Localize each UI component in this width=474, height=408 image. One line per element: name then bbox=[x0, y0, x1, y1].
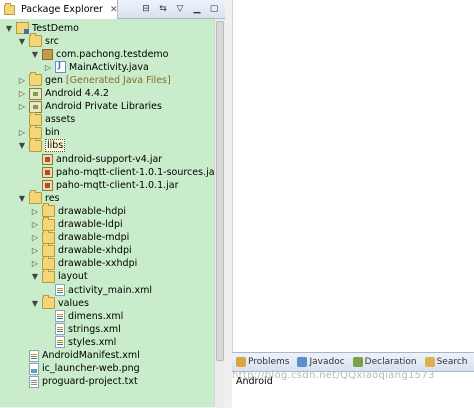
minimize-icon[interactable]: ▁ bbox=[190, 2, 204, 16]
expanded-arrow-icon[interactable]: ▼ bbox=[30, 298, 40, 308]
javadoc-icon bbox=[297, 357, 308, 367]
view-toolbar: ⊟ ⇆ ▽ ▁ ▢ bbox=[139, 2, 221, 16]
tab-search[interactable]: Search bbox=[421, 357, 472, 367]
expanded-arrow-icon[interactable]: ▼ bbox=[17, 36, 27, 46]
tab-javadoc[interactable]: Javadoc bbox=[293, 357, 348, 367]
editor-area[interactable] bbox=[232, 0, 474, 352]
project-tree[interactable]: ▼TestDemo▼src▼com.pachong.testdemo▷MainA… bbox=[0, 19, 214, 407]
package-explorer-header: Package Explorer ✕ ⊟ ⇆ ▽ ▁ ▢ bbox=[0, 0, 225, 19]
expanded-arrow-icon[interactable]: ▼ bbox=[4, 23, 14, 33]
tree-item-label: paho-mqtt-client-1.0.1.jar bbox=[56, 179, 179, 191]
tab-package-explorer[interactable]: Package Explorer ✕ bbox=[0, 0, 118, 19]
tab-problems[interactable]: Problems bbox=[232, 357, 293, 367]
tab-label: Declaration bbox=[364, 357, 417, 367]
problems-icon bbox=[236, 357, 246, 367]
search-icon bbox=[424, 357, 435, 367]
declaration-icon bbox=[352, 357, 363, 367]
package-explorer-view: Package Explorer ✕ ⊟ ⇆ ▽ ▁ ▢ ▼ TestDemo ▼ s… bbox=[0, 0, 225, 407]
expanded-arrow-icon[interactable]: ▼ bbox=[30, 49, 40, 59]
tab-declaration[interactable]: Declaration bbox=[349, 357, 421, 367]
collapse-all-icon[interactable]: ⊟ bbox=[139, 2, 153, 16]
tab-label: Problems bbox=[248, 357, 290, 367]
close-icon[interactable]: ✕ bbox=[110, 5, 118, 15]
maximize-icon[interactable]: ▢ bbox=[207, 2, 221, 16]
tree-scrollbar[interactable] bbox=[214, 19, 225, 407]
view-sash[interactable] bbox=[225, 0, 232, 407]
tab-label: Search bbox=[436, 357, 468, 367]
expanded-arrow-icon[interactable]: ▼ bbox=[17, 193, 27, 203]
tree-item-label: proguard-project.txt bbox=[42, 376, 138, 388]
package-explorer-icon bbox=[4, 2, 15, 15]
watermark: http://blog.csdn.net/QQxiaoqiang1573 bbox=[232, 370, 435, 381]
tree-item[interactable]: proguard-project.txt bbox=[17, 373, 138, 391]
tab-label: Javadoc bbox=[309, 357, 345, 367]
tab-label: Package Explorer bbox=[21, 4, 103, 15]
link-with-editor-icon[interactable]: ⇆ bbox=[156, 2, 170, 16]
view-menu-icon[interactable]: ▽ bbox=[173, 2, 187, 16]
txt-icon bbox=[29, 375, 39, 388]
expanded-arrow-icon[interactable]: ▼ bbox=[17, 141, 27, 151]
expanded-arrow-icon[interactable]: ▼ bbox=[30, 272, 40, 282]
scrollbar-thumb[interactable] bbox=[216, 21, 224, 361]
